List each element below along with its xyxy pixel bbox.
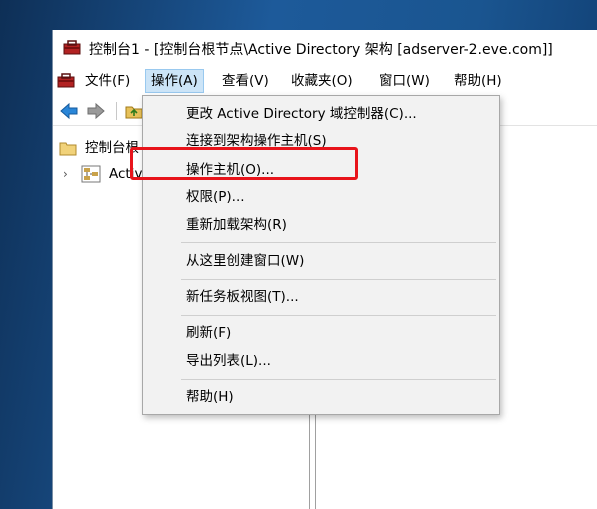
menu-separator	[181, 379, 496, 380]
menu-window[interactable]: 窗口(W)	[374, 70, 435, 92]
menu-help[interactable]: 帮助(H)	[449, 70, 507, 92]
menu-item-refresh[interactable]: 刷新(F)	[186, 322, 231, 344]
title-bar[interactable]: 控制台1 - [控制台根节点\Active Directory 架构 [adse…	[53, 30, 597, 65]
menu-separator	[181, 315, 496, 316]
system-menu-icon[interactable]	[57, 72, 75, 88]
window-title: 控制台1 - [控制台根节点\Active Directory 架构 [adse…	[89, 42, 553, 58]
expand-chevron-icon[interactable]: ›	[63, 164, 68, 184]
menu-item-permissions[interactable]: 权限(P)...	[186, 186, 245, 208]
forward-arrow-icon[interactable]	[85, 101, 107, 121]
menu-separator	[181, 279, 496, 280]
menu-separator	[181, 242, 496, 243]
action-context-menu: 更改 Active Directory 域控制器(C)... 连接到架构操作主机…	[142, 95, 500, 415]
toolbar-separator	[116, 102, 117, 120]
menu-favorites[interactable]: 收藏夹(O)	[286, 70, 358, 92]
menu-file[interactable]: 文件(F)	[80, 70, 135, 92]
menu-item-change-dc[interactable]: 更改 Active Directory 域控制器(C)...	[186, 103, 417, 125]
menu-view[interactable]: 查看(V)	[217, 70, 274, 92]
red-highlight-box	[130, 147, 358, 180]
menu-item-new-window-here[interactable]: 从这里创建窗口(W)	[186, 250, 304, 272]
menu-item-export-list[interactable]: 导出列表(L)...	[186, 350, 271, 372]
schema-tree-icon	[81, 165, 101, 183]
back-arrow-icon[interactable]	[58, 101, 80, 121]
folder-icon	[59, 142, 77, 156]
menu-item-help[interactable]: 帮助(H)	[186, 386, 234, 408]
menu-item-new-taskpad-view[interactable]: 新任务板视图(T)...	[186, 286, 299, 308]
menu-bar: 文件(F) 操作(A) 查看(V) 收藏夹(O) 窗口(W) 帮助(H)	[53, 68, 597, 94]
menu-action[interactable]: 操作(A)	[145, 69, 204, 93]
menu-item-reload-schema[interactable]: 重新加载架构(R)	[186, 214, 287, 236]
toolbox-icon	[63, 40, 81, 55]
